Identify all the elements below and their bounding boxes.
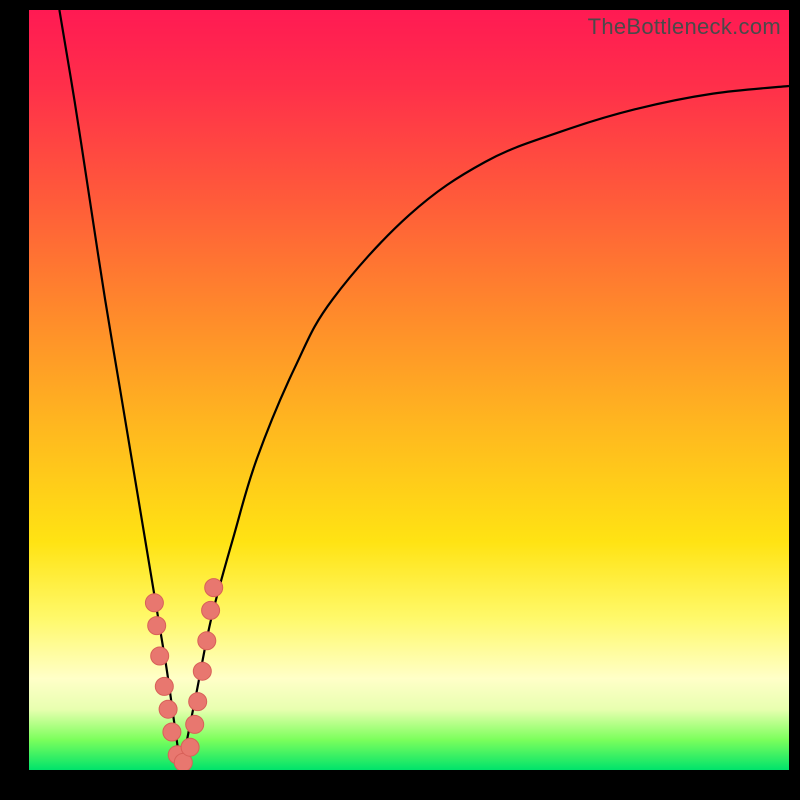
data-marker: [174, 753, 192, 770]
data-marker: [181, 738, 199, 756]
data-marker: [205, 579, 223, 597]
plot-area: TheBottleneck.com: [29, 10, 789, 770]
data-marker: [155, 677, 173, 695]
data-marker: [145, 594, 163, 612]
data-marker: [202, 601, 220, 619]
bottleneck-curve-right-path: [181, 86, 789, 770]
chart-frame: TheBottleneck.com: [0, 0, 800, 800]
data-marker: [186, 715, 204, 733]
data-marker: [148, 617, 166, 635]
data-marker: [198, 632, 216, 650]
watermark-text: TheBottleneck.com: [588, 14, 781, 40]
data-marker: [189, 693, 207, 711]
data-marker: [159, 700, 177, 718]
data-marker: [163, 723, 181, 741]
data-marker: [168, 746, 186, 764]
data-marker: [151, 647, 169, 665]
curve-svg: [29, 10, 789, 770]
data-marker: [193, 662, 211, 680]
marker-group: [145, 579, 222, 770]
bottleneck-curve-left-path: [59, 10, 181, 770]
